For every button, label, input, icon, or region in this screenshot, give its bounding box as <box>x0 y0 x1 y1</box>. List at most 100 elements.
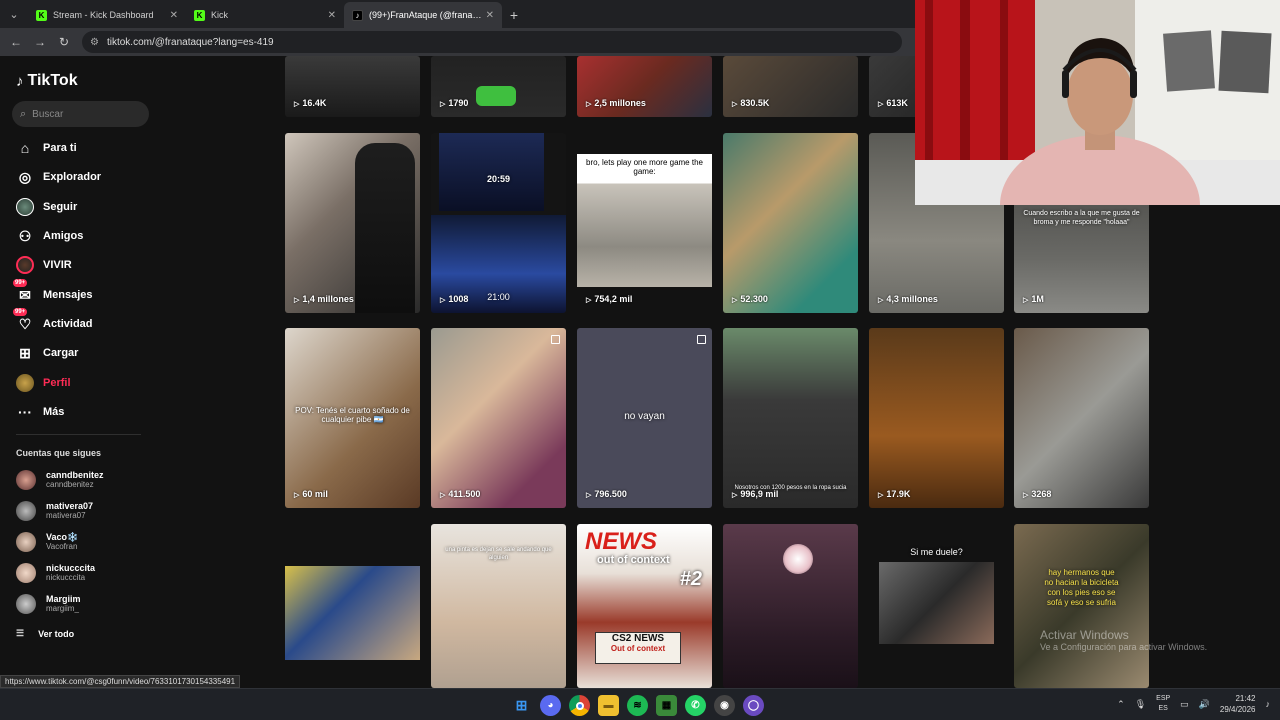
video-thumbnail[interactable]: ▷ 1790 <box>431 56 566 117</box>
language-indicator[interactable]: ESP ES <box>1156 694 1170 714</box>
view-count: ▷ 1008 <box>440 294 468 304</box>
tab-title: Kick <box>211 10 229 20</box>
whatsapp-icon[interactable]: ✆ <box>685 695 706 716</box>
following-item[interactable]: canndbenitez canndbenitez <box>16 470 104 490</box>
video-thumbnail[interactable]: hay hermanos que no hacian la bicicleta … <box>1014 524 1149 688</box>
avatar <box>16 501 36 521</box>
windows-activation-watermark: Activar Windows Ve a Configuración para … <box>1040 628 1207 652</box>
see-all-link[interactable]: ☰ Ver todo <box>16 628 74 639</box>
tiktok-logo[interactable]: ♪ TikTok <box>16 72 78 90</box>
divider <box>16 434 141 435</box>
tiktok-icon: ♪ <box>352 9 363 21</box>
video-thumbnail[interactable]: ▷ 16.4K <box>285 56 420 117</box>
see-all-label: Ver todo <box>38 628 75 639</box>
tab-tiktok[interactable]: ♪ (99+)FranAtaque (@franataque ✕ <box>344 2 502 28</box>
windows-taskbar: ⊞ ◕ ▬ ≋ ▦ ✆ ◉ ◯ ⌃ 🎙 ESP ES ▭ 🔊 21:42 29/… <box>0 688 1280 720</box>
play-icon: ▷ <box>586 492 592 499</box>
back-icon[interactable]: ← <box>4 30 28 54</box>
obs-icon[interactable]: ◉ <box>714 695 735 716</box>
spotify-icon[interactable]: ≋ <box>627 695 648 716</box>
view-count-text: 2,5 millones <box>594 98 646 108</box>
view-count-text: 60 mil <box>302 489 328 499</box>
video-thumbnail[interactable] <box>285 524 420 688</box>
nav-cargar[interactable]: ⊞ Cargar <box>16 342 78 364</box>
view-count: ▷ 1790 <box>440 98 468 108</box>
following-item[interactable]: Margiim margiim_ <box>16 594 81 614</box>
following-title: Cuentas que sigues <box>16 448 102 458</box>
following-item[interactable]: Vaco❄️ Vacofran <box>16 532 78 552</box>
screen: ⌄ K Stream - Kick Dashboard ✕ K Kick ✕ ♪… <box>0 0 1280 720</box>
more-icon: ··· <box>18 404 32 420</box>
following-handle: margiim_ <box>46 604 79 613</box>
view-count: ▷ 613K <box>878 98 908 108</box>
view-count: ▷ 796.500 <box>586 489 627 499</box>
file-explorer-icon[interactable]: ▬ <box>598 695 619 716</box>
minecraft-icon[interactable]: ▦ <box>656 695 677 716</box>
nav-seguir[interactable]: Seguir <box>16 196 77 218</box>
view-count-text: 996,9 mil <box>740 489 779 499</box>
forward-icon[interactable]: → <box>28 30 52 54</box>
nav-explorador[interactable]: ◎ Explorador <box>16 166 101 188</box>
nav-vivir[interactable]: VIVIR <box>16 254 72 276</box>
view-count-text: 4,3 millones <box>886 294 938 304</box>
nav-para-ti[interactable]: ⌂ Para ti <box>16 137 77 159</box>
video-thumbnail[interactable]: ▷ 2,5 millones <box>577 56 712 117</box>
chevron-up-icon[interactable]: ⌃ <box>1117 699 1125 710</box>
windows-start-icon[interactable]: ⊞ <box>511 695 532 716</box>
video-thumbnail[interactable]: ▷ 17.9K <box>869 328 1004 508</box>
following-handle: nickucccita <box>46 573 86 582</box>
video-thumbnail[interactable]: no vayan ▷ 796.500 <box>577 328 712 508</box>
site-info-icon[interactable]: ⚙ <box>90 37 99 48</box>
nav-mas[interactable]: ··· Más <box>16 401 64 423</box>
following-item[interactable]: nickucccita nickucccita <box>16 563 95 583</box>
video-thumbnail[interactable]: Si me duele? <box>869 524 1004 688</box>
webcam-overlay <box>915 0 1280 205</box>
play-icon: ▷ <box>440 492 446 499</box>
app-icon[interactable]: ◯ <box>743 695 764 716</box>
network-icon[interactable]: ▭ <box>1180 699 1189 710</box>
following-name: canndbenitez <box>46 470 104 480</box>
video-thumbnail[interactable]: ▷ 3268 <box>1014 328 1149 508</box>
tab-search-chevron-icon[interactable]: ⌄ <box>0 0 28 28</box>
video-thumbnail[interactable]: POV: Tenés el cuarto soñado de cualquier… <box>285 328 420 508</box>
view-count-text: 1M <box>1031 294 1044 304</box>
video-thumbnail[interactable] <box>723 524 858 688</box>
chrome-icon[interactable] <box>569 695 590 716</box>
home-icon: ⌂ <box>20 140 30 156</box>
nav-amigos[interactable]: ⚇ Amigos <box>16 225 84 247</box>
clock[interactable]: 21:42 29/4/2026 <box>1220 693 1256 715</box>
notification-icon[interactable]: ♪ <box>1266 699 1271 709</box>
video-thumbnail[interactable]: ▷ 1,4 millones <box>285 133 420 313</box>
reload-icon[interactable]: ↻ <box>52 30 76 54</box>
video-thumbnail[interactable]: ▷ 830.5K <box>723 56 858 117</box>
video-thumbnail[interactable]: NEWS out of context #2 CS2 NEWS Out of c… <box>577 524 712 688</box>
video-thumbnail[interactable]: una pinta es dejan se sale andando que a… <box>431 524 566 688</box>
discord-icon[interactable]: ◕ <box>540 695 561 716</box>
video-thumbnail[interactable]: 20:59 21:00 ▷ 1008 <box>431 133 566 313</box>
search-input[interactable]: ⌕ Buscar <box>12 101 149 127</box>
play-icon: ▷ <box>294 297 300 304</box>
volume-icon[interactable]: 🔊 <box>1199 699 1210 710</box>
video-thumbnail[interactable]: bro, lets play one more game the game: ▷… <box>577 133 712 313</box>
view-count: ▷ 996,9 mil <box>732 489 778 499</box>
microphone-icon[interactable]: 🎙 <box>1135 699 1146 710</box>
video-thumbnail[interactable]: ▷ 411.500 <box>431 328 566 508</box>
following-name: nickucccita <box>46 563 96 573</box>
address-bar[interactable]: ⚙ tiktok.com/@franataque?lang=es-419 <box>82 31 902 53</box>
close-icon[interactable]: ✕ <box>170 10 178 21</box>
close-icon[interactable]: ✕ <box>486 10 494 21</box>
video-thumbnail[interactable]: Nosotros con 1200 pesos en la ropa sucia… <box>723 328 858 508</box>
tab-kick[interactable]: K Kick ✕ <box>186 2 344 28</box>
nav-perfil[interactable]: Perfil <box>16 372 71 394</box>
view-count-text: 830.5K <box>740 98 770 108</box>
following-name: mativera07 <box>46 501 94 511</box>
nav-actividad[interactable]: ♡ 99+ Actividad <box>13 308 93 335</box>
video-thumbnail[interactable]: ▷ 52.300 <box>723 133 858 313</box>
following-item[interactable]: mativera07 mativera07 <box>16 501 93 521</box>
new-tab-button[interactable]: + <box>502 2 526 28</box>
video-caption: POV: Tenés el cuarto soñado de cualquier… <box>295 406 410 424</box>
close-icon[interactable]: ✕ <box>328 10 336 21</box>
tab-kick-dashboard[interactable]: K Stream - Kick Dashboard ✕ <box>28 2 186 28</box>
view-count: ▷ 3268 <box>1023 489 1051 499</box>
nav-mensajes[interactable]: ✉ 99+ Mensajes <box>13 279 93 306</box>
